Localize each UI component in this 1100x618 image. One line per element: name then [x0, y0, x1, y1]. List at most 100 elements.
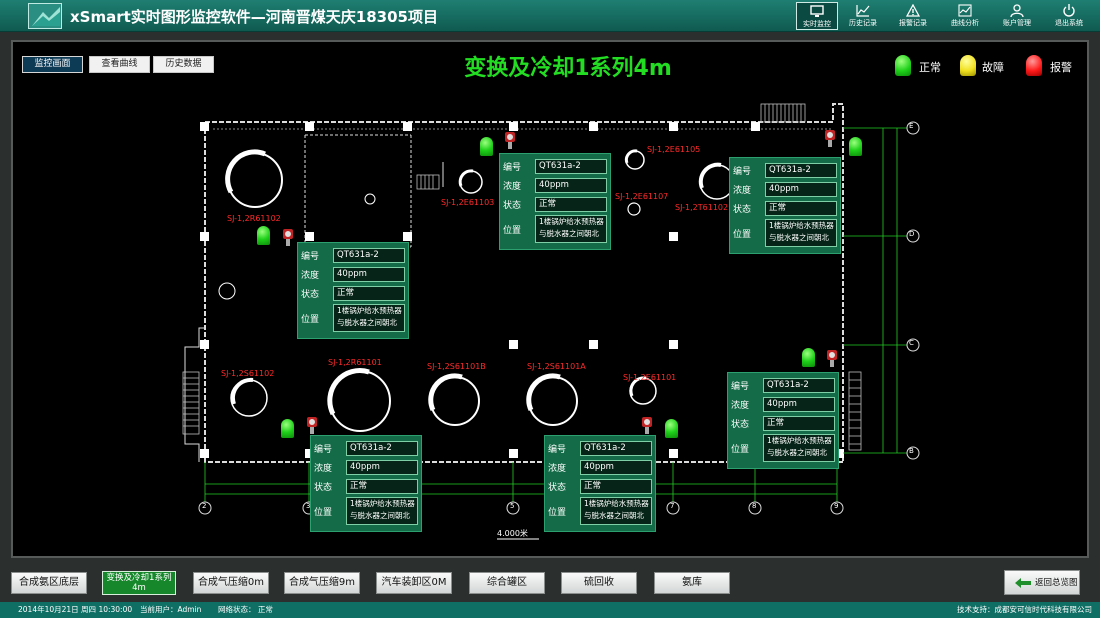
- field-label-id: 编号: [503, 163, 522, 173]
- field-label-pos: 位置: [314, 507, 333, 518]
- gas-detector-icon[interactable]: [825, 350, 839, 368]
- field-label-status: 状态: [548, 483, 567, 493]
- sensor-label: SJ-1,2E61105: [647, 145, 701, 154]
- detector-info-card[interactable]: 编号 QT631a-2 浓度 40ppm 状态 正常 位置 1楼锅炉给水预热器与脱水器之…: [310, 435, 422, 532]
- gas-detector-icon[interactable]: [281, 229, 295, 247]
- concentration-value: 40ppm: [346, 460, 418, 475]
- field-label-status: 状态: [731, 420, 750, 430]
- area-button-tank-farm[interactable]: 综合罐区: [469, 572, 545, 594]
- status-network: 网络状态： 正常: [218, 605, 273, 614]
- nav-label: 报警记录: [899, 19, 927, 27]
- line-chart-icon: [856, 5, 870, 17]
- concentration-value: 40ppm: [765, 182, 837, 197]
- area-button-sulfur-recovery[interactable]: 硫回收: [561, 572, 637, 594]
- nav-alarm-record[interactable]: 报警记录: [892, 2, 934, 30]
- concentration-value: 40ppm: [763, 397, 835, 412]
- axis-label-7: 7: [670, 502, 675, 510]
- status-lamp-icon[interactable]: [802, 348, 815, 367]
- nav-realtime-monitor[interactable]: 实时监控: [796, 2, 838, 30]
- app-logo-icon: [28, 3, 62, 29]
- area-button-ammonia-bottom[interactable]: 合成氨区底层: [11, 572, 87, 594]
- area-button-truck-loading[interactable]: 汽车装卸区0M: [376, 572, 452, 594]
- field-label-pos: 位置: [301, 314, 320, 325]
- sensor-label: SJ-1,2S61102: [221, 369, 275, 378]
- position-value: 1楼锅炉给水预热器与脱水器之间朝北: [765, 219, 837, 247]
- curve-analysis-icon: [958, 4, 972, 17]
- gas-detector-icon[interactable]: [640, 417, 654, 435]
- status-lamp-icon[interactable]: [849, 137, 862, 156]
- sensor-label: SJ-1,2T61102: [675, 203, 729, 212]
- axis-label-c: C: [909, 339, 914, 347]
- position-value: 1楼锅炉给水预热器与脱水器之间朝北: [763, 434, 835, 462]
- status-lamp-icon[interactable]: [480, 137, 493, 156]
- field-label-id: 编号: [548, 445, 567, 455]
- arrow-left-icon: [1015, 578, 1031, 588]
- nav-label: 曲线分析: [951, 19, 979, 27]
- sensor-label: SJ-1,2E61107: [615, 192, 669, 201]
- axis-label-5: 5: [510, 502, 515, 510]
- field-label-conc: 浓度: [301, 271, 320, 281]
- detector-info-card[interactable]: 编号 QT631a-2 浓度 40ppm 状态 正常 位置 1楼锅炉给水预热器与脱水器之…: [297, 242, 409, 339]
- status-value: 正常: [333, 286, 405, 301]
- nav-curve-analysis[interactable]: 曲线分析: [944, 2, 986, 30]
- field-label-pos: 位置: [733, 229, 752, 240]
- field-label-id: 编号: [731, 382, 750, 392]
- nav-label: 退出系统: [1055, 19, 1083, 27]
- nav-account-manage[interactable]: 账户管理: [996, 2, 1038, 30]
- user-icon: [1010, 4, 1024, 17]
- axis-label-9: 9: [834, 502, 839, 510]
- nav-history-record[interactable]: 历史记录: [842, 2, 884, 30]
- field-label-conc: 浓度: [731, 401, 750, 411]
- status-lamp-icon[interactable]: [257, 226, 270, 245]
- field-label-conc: 浓度: [503, 182, 522, 192]
- monitor-panel: 监控画面 查看曲线 历史数据 变换及冷却1系列4m 正常 故障 报警 E D C…: [11, 40, 1089, 558]
- back-to-overview-button[interactable]: 返回总览图: [1004, 570, 1080, 595]
- axis-label-2: 2: [202, 502, 207, 510]
- area-button-ammonia-storage[interactable]: 氨库: [654, 572, 730, 594]
- axis-label-b: B: [909, 447, 914, 455]
- field-label-pos: 位置: [548, 507, 567, 518]
- detector-id: QT631a-2: [535, 159, 607, 174]
- field-label-conc: 浓度: [314, 464, 333, 474]
- detector-info-card[interactable]: 编号 QT631a-2 浓度 40ppm 状态 正常 位置 1楼锅炉给水预热器与脱水器之…: [544, 435, 656, 532]
- monitor-icon: [810, 5, 824, 17]
- field-label-id: 编号: [301, 252, 320, 262]
- sensor-label: SJ-1,2E61103: [441, 198, 495, 207]
- sensor-label: SJ-1,2R61101: [328, 358, 382, 367]
- detector-id: QT631a-2: [580, 441, 652, 456]
- status-value: 正常: [763, 416, 835, 431]
- status-lamp-icon[interactable]: [281, 419, 294, 438]
- status-datetime: 2014年10月21日 周四 10:30:00: [18, 605, 133, 614]
- detector-id: QT631a-2: [765, 163, 837, 178]
- app-window: xSmart实时图形监控软件—河南晋煤天庆18305项目 实时监控 历史记录 报…: [0, 0, 1100, 618]
- field-label-status: 状态: [733, 205, 752, 215]
- status-value: 正常: [580, 479, 652, 494]
- status-lamp-icon[interactable]: [665, 419, 678, 438]
- nav-label: 历史记录: [849, 19, 877, 27]
- detector-id: QT631a-2: [346, 441, 418, 456]
- sensor-label: SJ-1,2S61101A: [527, 362, 586, 371]
- field-label-status: 状态: [503, 201, 522, 211]
- concentration-value: 40ppm: [580, 460, 652, 475]
- field-label-conc: 浓度: [733, 186, 752, 196]
- detector-info-card[interactable]: 编号 QT631a-2 浓度 40ppm 状态 正常 位置 1楼锅炉给水预热器与脱水器之…: [499, 153, 611, 250]
- gas-detector-icon[interactable]: [305, 417, 319, 435]
- detector-info-card[interactable]: 编号 QT631a-2 浓度 40ppm 状态 正常 位置 1楼锅炉给水预热器与脱水器之…: [727, 372, 839, 469]
- area-button-conversion-cooling[interactable]: 变换及冷却1系列4m: [102, 571, 176, 595]
- field-label-pos: 位置: [503, 225, 522, 236]
- area-button-compress-0m[interactable]: 合成气压缩0m: [193, 572, 269, 594]
- nav-exit-system[interactable]: 退出系统: [1048, 2, 1090, 30]
- field-label-id: 编号: [314, 445, 333, 455]
- concentration-value: 40ppm: [535, 178, 607, 193]
- gas-detector-icon[interactable]: [823, 130, 837, 148]
- area-button-compress-9m[interactable]: 合成气压缩9m: [284, 572, 360, 594]
- nav-label: 实时监控: [803, 20, 831, 28]
- gas-detector-icon[interactable]: [503, 132, 517, 150]
- status-tech-support: 技术支持：成都安可信时代科技有限公司: [957, 605, 1092, 614]
- position-value: 1楼锅炉给水预热器与脱水器之间朝北: [580, 497, 652, 525]
- detector-info-card[interactable]: 编号 QT631a-2 浓度 40ppm 状态 正常 位置 1楼锅炉给水预热器与脱水器之…: [729, 157, 841, 254]
- status-value: 正常: [765, 201, 837, 216]
- field-label-conc: 浓度: [548, 464, 567, 474]
- detector-id: QT631a-2: [763, 378, 835, 393]
- sensor-label: SJ-1,2R61102: [227, 214, 281, 223]
